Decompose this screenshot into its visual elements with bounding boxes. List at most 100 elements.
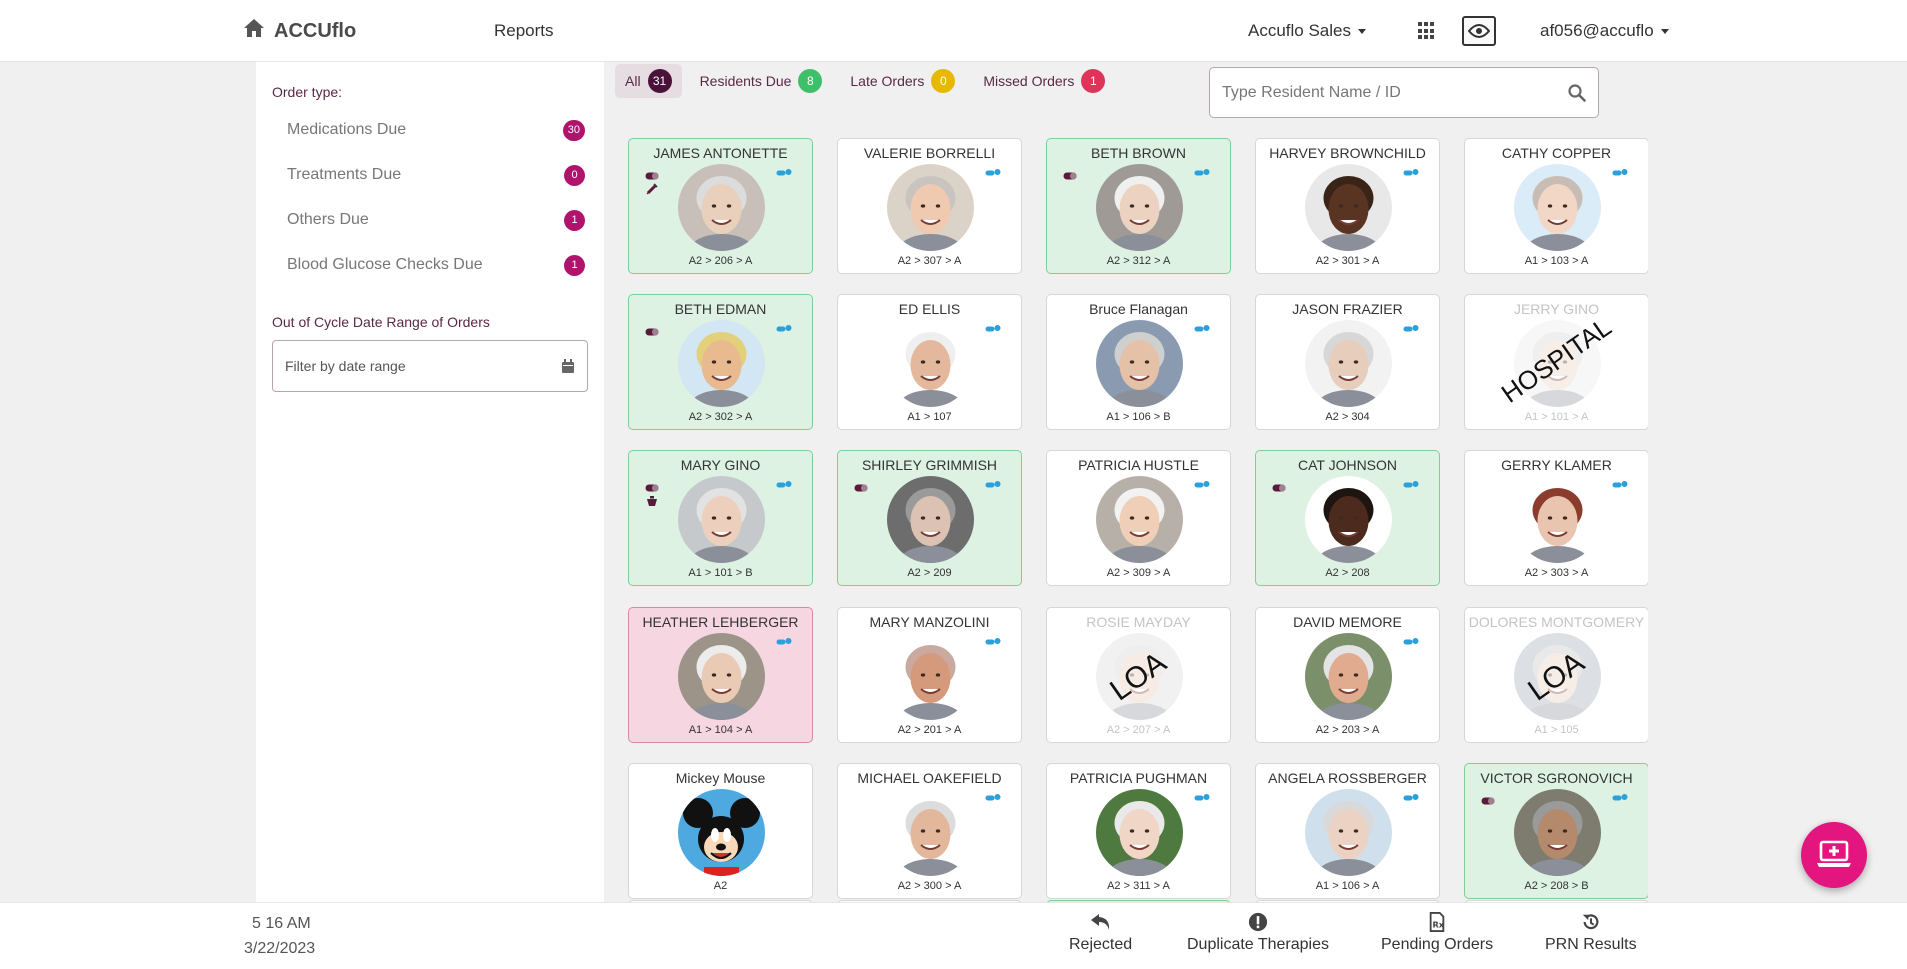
user-menu[interactable]: af056@accuflo	[1540, 21, 1669, 41]
resident-location: A2 > 301 > A	[1315, 255, 1380, 267]
pills-icon	[1403, 165, 1419, 183]
resident-name: ED ELLIS	[898, 301, 961, 318]
resident-location: A2 > 309 > A	[1106, 567, 1171, 580]
resident-name: MICHAEL OAKEFIELD	[857, 769, 1002, 786]
resident-location: A1 > 106 > A	[1315, 879, 1380, 892]
resident-card[interactable]: HARVEY BROWNCHILD A2 > 301 > A	[1255, 138, 1440, 274]
resident-card[interactable]: JASON FRAZIER A2 > 304	[1255, 294, 1440, 431]
pending-orders-label: Pending Orders	[1381, 936, 1494, 953]
capsule-icon	[1063, 167, 1077, 185]
resident-card[interactable]: Mickey Mouse A2	[628, 762, 813, 899]
add-order-fab[interactable]	[1801, 822, 1867, 888]
resident-card[interactable]: VALERIE BORRELLI A2 > 307 > A	[837, 138, 1022, 274]
home-icon	[243, 18, 265, 44]
pills-icon	[776, 165, 792, 183]
resident-card[interactable]: BETH EDMAN A2 > 302 > A	[628, 294, 813, 431]
pending-orders-button[interactable]: Rx Pending Orders	[1381, 912, 1493, 954]
resident-avatar	[678, 632, 765, 720]
resident-avatar	[1305, 632, 1392, 720]
resident-name: DOLORES MONTGOMERY	[1468, 613, 1645, 630]
resident-card[interactable]: Bruce Flanagan A1 > 106 > B	[1046, 294, 1231, 431]
resident-name: PATRICIA HUSTLE	[1078, 457, 1199, 474]
laptop-medical-icon	[1817, 840, 1851, 867]
resident-card[interactable]: DAVID MEMORE A2 > 203 > A	[1255, 606, 1440, 743]
pills-icon	[776, 634, 792, 652]
history-icon	[1582, 914, 1599, 930]
order-type-others[interactable]: Others Due 1	[287, 208, 585, 232]
search-icon[interactable]	[1568, 83, 1586, 102]
resident-card[interactable]: MICHAEL OAKEFIELD A2 > 300 > A	[837, 762, 1022, 899]
date-range-filter[interactable]: Filter by date range	[272, 340, 588, 392]
order-type-blood-glucose[interactable]: Blood Glucose Checks Due 1	[287, 253, 585, 277]
date-range-placeholder: Filter by date range	[285, 358, 406, 374]
clock-time: 5 16 AM	[252, 915, 311, 932]
apps-grid-icon[interactable]	[1418, 22, 1436, 40]
resident-card[interactable]: ROSIE MAYDAY LOA A2 > 207 > A	[1046, 606, 1231, 743]
order-type-text: Medications Due	[287, 121, 407, 138]
rejected-button[interactable]: Rejected	[1069, 912, 1132, 954]
alert-icon	[1248, 912, 1268, 932]
resident-card[interactable]: VICTOR SGRONOVICH A2 > 208 > B	[1464, 762, 1648, 899]
footer-bar: 5 16 AM 3/22/2023 Rejected Duplicate The…	[0, 902, 1907, 969]
pills-icon	[985, 165, 1001, 183]
resident-name: Bruce Flanagan	[1089, 301, 1188, 318]
tab-label: Missed Orders	[983, 73, 1075, 89]
resident-card[interactable]: DOLORES MONTGOMERY LOA A1 > 105	[1464, 606, 1648, 743]
capsule-icon	[645, 323, 659, 341]
facility-dropdown[interactable]: Accuflo Sales	[1248, 21, 1366, 41]
order-type-treatments[interactable]: Treatments Due 0	[287, 163, 585, 187]
resident-avatar	[1514, 320, 1601, 408]
resident-card[interactable]: SHIRLEY GRIMMISH A2 > 209	[837, 450, 1022, 587]
pills-icon	[985, 790, 1001, 808]
tab-all[interactable]: All 31	[615, 64, 682, 98]
resident-avatar	[1514, 632, 1601, 720]
resident-avatar	[887, 788, 974, 876]
resident-card[interactable]: HEATHER LEHBERGER A1 > 104 > A	[628, 606, 813, 743]
resident-card[interactable]: JERRY GINO HOSPITAL A1 > 101 > A	[1464, 294, 1648, 431]
resident-card[interactable]: ED ELLIS A1 > 107	[837, 294, 1022, 431]
tab-count-badge: 31	[647, 69, 672, 93]
resident-card[interactable]: MARY GINO A1 > 101 > B	[628, 450, 813, 587]
resident-name: ANGELA ROSSBERGER	[1268, 769, 1427, 786]
pills-icon	[776, 477, 792, 495]
pills-icon	[1194, 790, 1210, 808]
resident-location: A1 > 104 > A	[688, 723, 753, 736]
reports-link[interactable]: Reports	[494, 21, 554, 41]
resident-avatar	[887, 476, 974, 564]
pills-icon	[1612, 790, 1628, 808]
resident-card[interactable]: BETH BROWN A2 > 312 > A	[1046, 138, 1231, 274]
resident-card[interactable]: CATHY COPPER A1 > 103 > A	[1464, 138, 1648, 274]
resident-card[interactable]: JAMES ANTONETTE A2 > 206 > A	[628, 138, 813, 274]
resident-card[interactable]: PATRICIA PUGHMAN A2 > 311 > A	[1046, 762, 1231, 899]
search-input[interactable]	[1222, 83, 1568, 102]
duplicate-therapies-button[interactable]: Duplicate Therapies	[1187, 912, 1329, 954]
tab-missed-orders[interactable]: Missed Orders 1	[973, 64, 1115, 98]
resident-card[interactable]: CAT JOHNSON A2 > 208	[1255, 450, 1440, 587]
order-type-medications[interactable]: Medications Due 30	[287, 118, 585, 142]
pills-icon	[985, 477, 1001, 495]
resident-location: A2 > 302 > A	[688, 411, 753, 424]
pills-icon	[1403, 321, 1419, 339]
resident-avatar	[1514, 164, 1601, 251]
chevron-down-icon	[1358, 29, 1366, 35]
resident-name: CATHY COPPER	[1501, 145, 1612, 161]
order-type-label: Order type:	[272, 84, 343, 100]
resident-name: MARY GINO	[680, 457, 761, 474]
resident-card[interactable]: GERRY KLAMER A2 > 303 > A	[1464, 450, 1648, 587]
tab-late-orders[interactable]: Late Orders 0	[840, 64, 965, 98]
resident-avatar	[678, 476, 765, 564]
resident-card[interactable]: ANGELA ROSSBERGER A1 > 106 > A	[1255, 762, 1440, 899]
resident-card[interactable]: MARY MANZOLINI A2 > 201 > A	[837, 606, 1022, 743]
home-link[interactable]: ACCUflo	[243, 18, 356, 44]
resident-name: ROSIE MAYDAY	[1086, 613, 1191, 630]
view-toggle-button[interactable]	[1462, 16, 1496, 46]
pills-icon	[985, 634, 1001, 652]
resident-name: CAT JOHNSON	[1297, 457, 1398, 474]
prn-results-button[interactable]: PRN Results	[1545, 912, 1637, 954]
tab-residents-due[interactable]: Residents Due 8	[690, 64, 833, 98]
resident-location: A1 > 103 > A	[1524, 255, 1589, 267]
eye-icon	[1468, 24, 1490, 38]
resident-card[interactable]: PATRICIA HUSTLE A2 > 309 > A	[1046, 450, 1231, 587]
filter-tabs: All 31 Residents Due 8 Late Orders 0 Mis…	[615, 64, 1115, 98]
resident-name: VALERIE BORRELLI	[863, 145, 996, 161]
